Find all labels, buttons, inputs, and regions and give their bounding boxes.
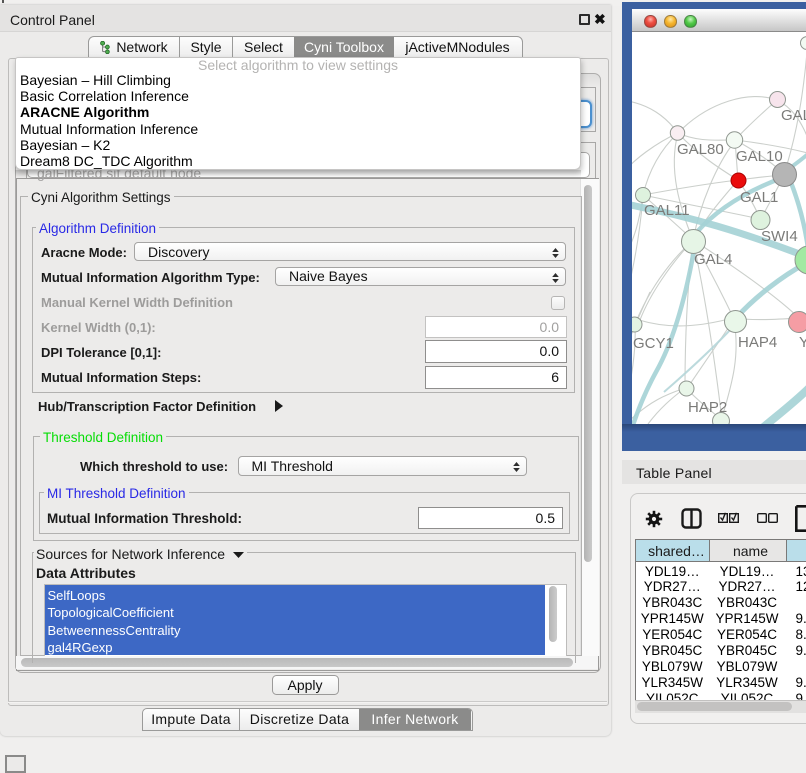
svg-text:GCY1: GCY1 — [633, 335, 674, 352]
svg-text:SWI4: SWI4 — [761, 228, 798, 245]
svg-text:GAL: GAL — [781, 107, 806, 124]
svg-text:GAL80: GAL80 — [677, 141, 724, 158]
svg-text:HAP2: HAP2 — [688, 399, 727, 416]
svg-text:GAL10: GAL10 — [736, 148, 783, 165]
svg-text:GAL1: GAL1 — [740, 189, 778, 206]
svg-text:Y: Y — [799, 334, 806, 351]
svg-text:GAL4: GAL4 — [694, 251, 732, 268]
svg-text:GAL11: GAL11 — [644, 202, 690, 219]
svg-text:HAP4: HAP4 — [738, 334, 777, 351]
